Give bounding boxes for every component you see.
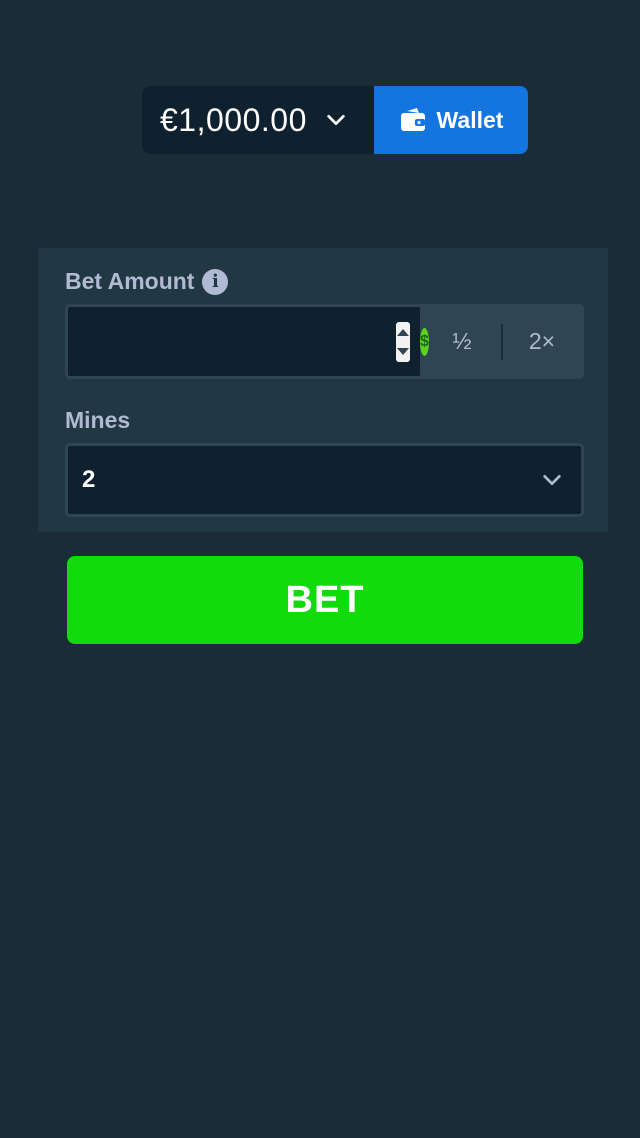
- bet-amount-label: Bet Amount: [65, 268, 195, 294]
- bet-amount-label-row: Bet Amount i: [65, 268, 229, 295]
- wallet-button[interactable]: Wallet: [374, 86, 528, 154]
- mines-select[interactable]: 2: [65, 443, 584, 517]
- stepper-up-icon[interactable]: [396, 327, 410, 337]
- balance-selector[interactable]: €1,000.00: [142, 86, 374, 154]
- wallet-label: Wallet: [436, 106, 504, 133]
- mines-value: 2: [82, 466, 96, 493]
- dollar-coin-icon: $: [420, 327, 429, 356]
- mines-game-page: €1,000.00 Wallet Bet Amount i $ ½ 2× Min…: [0, 0, 640, 1138]
- wallet-icon: [400, 108, 425, 131]
- half-bet-button[interactable]: ½: [423, 304, 501, 379]
- stepper-down-icon[interactable]: [396, 347, 410, 357]
- bet-amount-field: $: [65, 304, 429, 379]
- chevron-down-icon: [327, 114, 345, 126]
- balance-amount: €1,000.00: [160, 101, 307, 138]
- bet-button[interactable]: BET: [67, 556, 583, 644]
- bet-amount-input[interactable]: [68, 306, 396, 377]
- bet-settings-panel: Bet Amount i $ ½ 2× Mines 2: [38, 248, 608, 532]
- info-icon[interactable]: i: [202, 268, 229, 295]
- chevron-down-icon: [543, 474, 561, 486]
- bet-amount-row: $ ½ 2×: [65, 304, 584, 379]
- bet-amount-stepper[interactable]: [396, 321, 410, 362]
- mines-label: Mines: [65, 407, 131, 433]
- double-bet-button[interactable]: 2×: [503, 304, 581, 379]
- wallet-bar: €1,000.00 Wallet: [142, 86, 528, 154]
- mines-label-row: Mines: [65, 407, 130, 434]
